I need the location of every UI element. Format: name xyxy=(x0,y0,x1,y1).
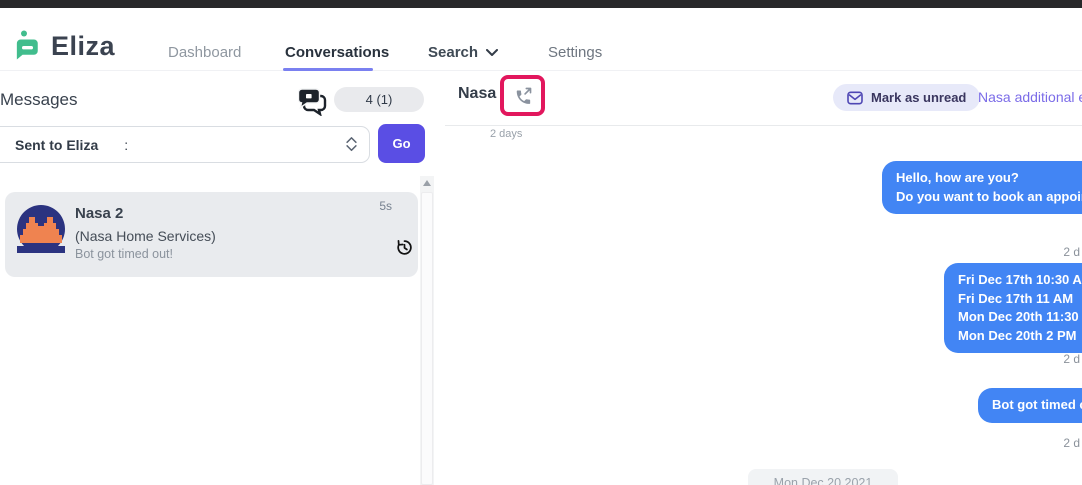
message-line: Mon Dec 20th 2 PM xyxy=(958,327,1077,343)
message-line: Bot got timed out! xyxy=(992,397,1082,412)
nav-item-dashboard[interactable]: Dashboard xyxy=(168,44,241,61)
nav-item-settings[interactable]: Settings xyxy=(548,44,602,61)
conversation-preview: Bot got timed out! xyxy=(75,247,173,261)
message-timestamp: 2 d xyxy=(1063,245,1080,259)
message-line: Do you want to book an appointment? xyxy=(896,188,1082,204)
chat-bubble: Hello, how are you? Do you want to book … xyxy=(882,161,1082,214)
nav-item-search[interactable]: Search xyxy=(428,44,499,61)
select-stepper-icon[interactable] xyxy=(346,137,357,152)
mark-as-unread-button[interactable]: Mark as unread xyxy=(833,84,981,111)
conversation-name: Nasa 2 xyxy=(75,205,124,222)
chevron-down-icon xyxy=(486,48,499,56)
message-count-badge: 4 (1) xyxy=(334,87,424,112)
message-timestamp: 2 d xyxy=(1063,436,1080,450)
nav-search-label: Search xyxy=(428,44,479,61)
eliza-logo-icon xyxy=(16,30,38,60)
go-button[interactable]: Go xyxy=(378,124,425,163)
brand-logo[interactable]: Eliza xyxy=(14,30,115,62)
nasa-additional-link[interactable]: Nasa additional e xyxy=(978,89,1082,105)
message-line: Mon Dec 20th 11:30 AM xyxy=(958,309,1082,324)
conversation-time: 5s xyxy=(379,199,392,213)
mark-as-unread-label: Mark as unread xyxy=(871,90,967,105)
nav-item-conversations[interactable]: Conversations xyxy=(285,44,389,61)
scroll-up-icon[interactable] xyxy=(423,180,431,186)
chat-bubble: Bot got timed out! xyxy=(978,388,1082,423)
brand-name: Eliza xyxy=(51,30,116,61)
scrollbar-thumb[interactable] xyxy=(421,192,433,485)
conversation-subtitle: (Nasa Home Services) xyxy=(75,228,216,244)
messages-title: Messages xyxy=(0,90,78,109)
top-navbar: Eliza Dashboard Conversations Search Set… xyxy=(0,8,1082,71)
browser-top-strip xyxy=(0,0,1082,8)
envelope-icon xyxy=(847,91,863,104)
message-count-value: 4 (1) xyxy=(365,92,393,107)
active-tab-underline xyxy=(283,68,373,71)
chat-duo-icon xyxy=(298,88,327,116)
date-separator: Mon Dec 20 2021 xyxy=(748,469,898,485)
message-line: Fri Dec 17th 10:30 AM xyxy=(958,272,1082,287)
avatar xyxy=(17,205,65,253)
chat-header-divider xyxy=(445,125,1082,126)
message-timestamp: 2 d xyxy=(1063,352,1080,366)
message-line: Hello, how are you? xyxy=(896,170,1019,185)
chat-bubble: Fri Dec 17th 10:30 AM Fri Dec 17th 11 AM… xyxy=(944,263,1082,353)
phone-outgoing-icon xyxy=(516,87,531,104)
history-icon[interactable] xyxy=(395,238,414,257)
app-window: Eliza Dashboard Conversations Search Set… xyxy=(0,0,1082,485)
call-button-highlight[interactable] xyxy=(500,75,545,116)
day-separator: 2 days xyxy=(490,128,523,140)
message-filter-select[interactable]: Sent to Eliza : xyxy=(0,126,370,163)
filter-suffix: : xyxy=(124,136,129,153)
message-line: Fri Dec 17th 11 AM xyxy=(958,290,1074,306)
filter-selected-value: Sent to Eliza xyxy=(15,136,99,153)
